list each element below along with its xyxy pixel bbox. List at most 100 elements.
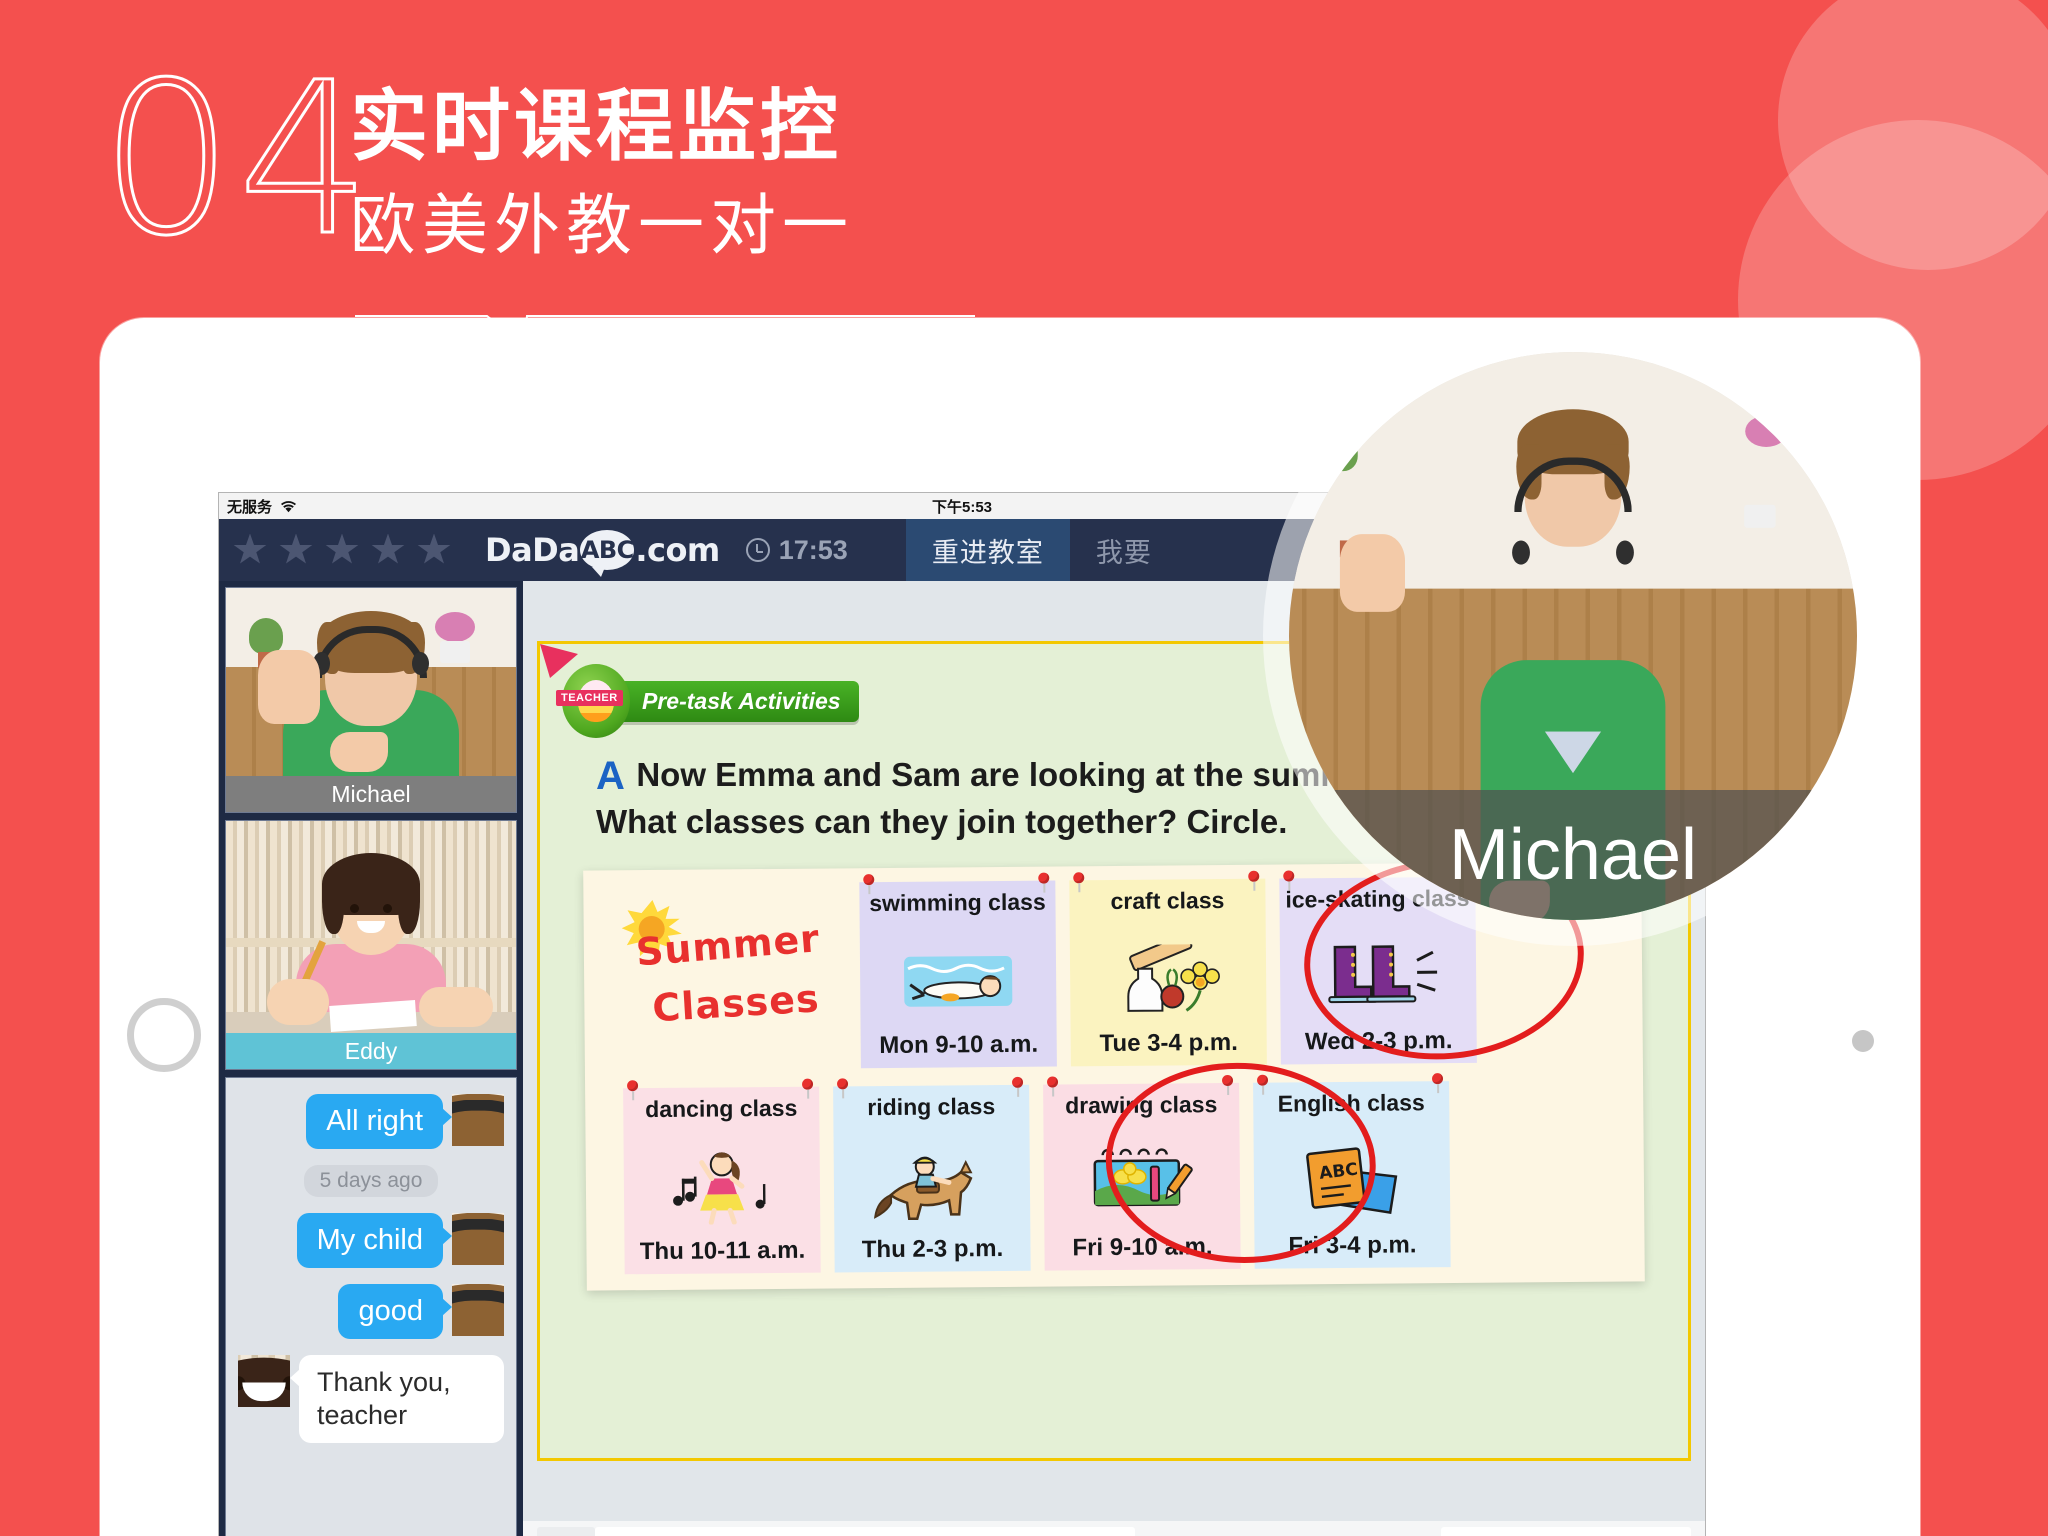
floating-avatar-photo: Michael xyxy=(1289,352,1857,920)
star-icon-4[interactable] xyxy=(371,533,405,564)
chat-timestamp: 5 days ago xyxy=(303,1165,439,1197)
teacher-photo xyxy=(226,588,516,776)
class-card[interactable]: swimming class Mon 9-10 a.m. xyxy=(859,872,1057,1069)
promo-subtitle: 欧美外教一对一 xyxy=(350,188,854,262)
tool-button-group[interactable] xyxy=(537,1527,595,1536)
class-card[interactable]: craft class Tue 3-4 p.m. xyxy=(1069,870,1267,1067)
chat-bubble-incoming: Thank you, teacher xyxy=(290,1355,504,1443)
class-card[interactable]: riding class Thu 2-3 p.m. xyxy=(833,1076,1031,1273)
tool-button-right[interactable] xyxy=(1441,1527,1691,1536)
promo-title: 实时课程监控 xyxy=(350,82,843,170)
logo-bubble-icon: ABC xyxy=(580,530,635,577)
class-card-time: Fri 3-4 p.m. xyxy=(1288,1231,1417,1260)
feedback-button[interactable]: 我要 xyxy=(1070,519,1178,581)
class-card-time: Thu 10-11 a.m. xyxy=(639,1236,806,1266)
promo-header: 04 实时课程监控 欧美外教一对一 xyxy=(98,37,1100,360)
star-icon-1[interactable] xyxy=(233,533,267,564)
avatar xyxy=(452,1094,504,1146)
teacher-video xyxy=(226,588,516,776)
star-icon-2[interactable] xyxy=(279,533,313,564)
chat-message: Thank you, teacher xyxy=(238,1355,504,1443)
whiteboard-toolbar[interactable] xyxy=(523,1521,1705,1536)
tablet-device: 无服务 下午5:53 % Da xyxy=(100,318,1920,1536)
class-card-time: Wed 2-3 p.m. xyxy=(1304,1027,1453,1056)
tool-slider-track[interactable] xyxy=(595,1527,1135,1536)
horse-icon xyxy=(834,1147,1031,1225)
pin-icon xyxy=(1012,1076,1025,1097)
pin-icon xyxy=(1248,870,1261,891)
participants-sidebar: Michael Eddy All right 5 days ago My chi… xyxy=(219,581,523,1536)
class-card-title: swimming class xyxy=(869,888,1046,917)
pin-icon xyxy=(863,874,876,895)
promo-number: 04 xyxy=(98,37,376,282)
chat-message: good xyxy=(238,1284,504,1339)
class-card-title: English class xyxy=(1277,1089,1425,1117)
section-label: Pre-task Activities xyxy=(616,680,859,722)
chat-bubble-outgoing: My child xyxy=(296,1213,453,1268)
home-button[interactable] xyxy=(127,998,201,1072)
rating-stars[interactable] xyxy=(233,533,451,567)
swimming-icon xyxy=(860,943,1057,1021)
class-card[interactable]: English class ABC Fri 3-4 p.m. xyxy=(1253,1073,1451,1269)
teacher-badge: TEACHER xyxy=(556,690,623,706)
avatar xyxy=(452,1284,504,1336)
class-card-time: Fri 9-10 a.m. xyxy=(1072,1233,1213,1262)
pin-icon xyxy=(837,1078,850,1099)
dadaabc-logo: DaDa ABC .com xyxy=(485,530,720,577)
logo-text-post: .com xyxy=(635,531,720,569)
class-card-time: Mon 9-10 a.m. xyxy=(879,1030,1039,1060)
avatar xyxy=(452,1213,504,1265)
rejoin-classroom-button[interactable]: 重进教室 xyxy=(905,519,1070,581)
pin-icon xyxy=(627,1080,640,1101)
skate-icon xyxy=(1280,939,1477,1017)
pin-icon xyxy=(1047,1076,1060,1097)
class-time-label: 17:53 xyxy=(778,534,848,565)
class-card[interactable]: dancing class Thu 10-11 a.m. xyxy=(623,1078,821,1275)
teacher-name-label: Michael xyxy=(226,776,516,812)
pin-icon xyxy=(802,1078,815,1099)
poster-title-card: Summer Classes xyxy=(605,882,847,1070)
video-tile-student[interactable]: Eddy xyxy=(225,820,517,1070)
class-card-title: dancing class xyxy=(645,1094,798,1123)
class-card-title: drawing class xyxy=(1065,1091,1218,1119)
chat-bubble-outgoing: All right xyxy=(306,1094,452,1149)
class-card-title: riding class xyxy=(867,1093,996,1121)
star-icon-3[interactable] xyxy=(325,533,359,564)
class-card-title: craft class xyxy=(1110,887,1225,915)
camera-dot xyxy=(1852,1030,1874,1052)
poster-title-line-2: Classes xyxy=(651,976,821,1031)
chat-message: All right xyxy=(238,1094,504,1149)
pin-icon xyxy=(1073,872,1086,893)
class-card[interactable]: drawing class Fri 9-10 a.m. xyxy=(1043,1074,1241,1271)
avatar xyxy=(238,1355,290,1407)
video-tile-teacher[interactable]: Michael xyxy=(225,587,517,813)
question-letter: A xyxy=(596,754,625,798)
logo-text-pre: DaDa xyxy=(485,531,580,569)
student-name-label: Eddy xyxy=(226,1033,516,1069)
clock-icon xyxy=(745,538,770,562)
craft-icon xyxy=(1070,941,1267,1019)
class-card-time: Tue 3-4 p.m. xyxy=(1099,1028,1238,1058)
pin-icon xyxy=(1038,872,1051,893)
dancer-icon xyxy=(624,1149,821,1227)
mascot-egg-icon: TEACHER xyxy=(556,664,630,738)
chat-bubble-outgoing: good xyxy=(338,1284,452,1339)
promo-title-group: 实时课程监控 欧美外教一对一 xyxy=(350,80,854,268)
book-icon: ABC xyxy=(1254,1143,1451,1221)
drawing-icon xyxy=(1044,1145,1241,1223)
pin-icon xyxy=(1256,1074,1270,1095)
star-icon-5[interactable] xyxy=(417,533,451,564)
section-tag: TEACHER Pre-task Activities xyxy=(556,664,859,738)
student-photo xyxy=(226,821,516,1033)
class-clock: 17:53 xyxy=(745,534,848,566)
student-video xyxy=(226,821,516,1033)
toolbar-actions: 重进教室 我要 xyxy=(905,519,1178,581)
poster-row-2: dancing class Thu 10-11 a.m. riding clas… xyxy=(585,1073,1645,1275)
chat-message: My child xyxy=(238,1213,504,1268)
class-card-time: Thu 2-3 p.m. xyxy=(861,1234,1004,1264)
floating-teacher-avatar[interactable]: Michael xyxy=(1263,326,1883,946)
floating-avatar-name: Michael xyxy=(1289,790,1857,920)
pin-icon xyxy=(1431,1073,1445,1094)
pin-icon xyxy=(1221,1074,1235,1096)
chat-panel[interactable]: All right 5 days ago My child good Thank… xyxy=(225,1077,517,1536)
